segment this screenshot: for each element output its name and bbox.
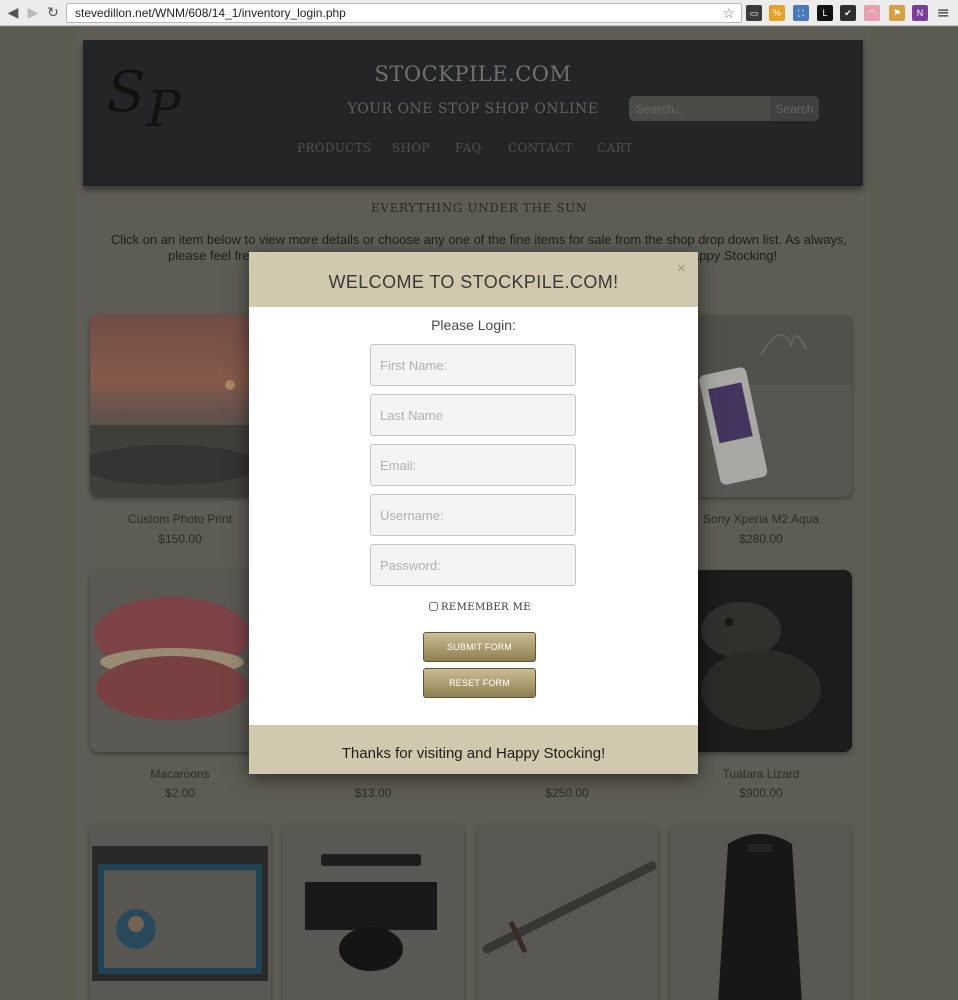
browser-toolbar: ◀ ▶ ↻ stevedillon.net/WNM/608/14_1/inven… [0,0,958,26]
remember-me[interactable]: REMEMBER ME [429,602,531,613]
coupon-extension-icon[interactable]: % [769,5,785,21]
modal-title: WELCOME TO STOCKPILE.COM! [328,272,619,292]
password-field[interactable] [370,544,576,586]
close-icon[interactable]: × [677,260,686,278]
pocket-extension-icon[interactable]: ◠ [864,5,880,21]
modal-header: WELCOME TO STOCKPILE.COM! × [249,252,698,307]
back-arrow-icon[interactable]: ◀ [4,4,22,22]
reset-form-button[interactable]: RESET FORM [423,668,536,698]
cast-icon[interactable]: ▭ [746,5,762,21]
address-bar[interactable]: stevedillon.net/WNM/608/14_1/inventory_l… [66,3,742,23]
remember-me-checkbox[interactable] [429,602,438,611]
forward-arrow-icon[interactable]: ▶ [24,4,42,22]
browser-menu-icon[interactable]: ≡ [937,3,950,22]
l-extension-icon[interactable]: L [817,5,833,21]
bookmark-star-icon[interactable]: ☆ [722,4,735,22]
onenote-extension-icon[interactable]: N [912,5,928,21]
first-name-field[interactable] [370,344,576,386]
remember-me-label: REMEMBER ME [441,602,531,613]
login-prompt: Please Login: [431,317,516,333]
url-path: /WNM/608/14_1/inventory_login.php [151,6,346,20]
last-name-field[interactable] [370,394,576,436]
login-modal: WELCOME TO STOCKPILE.COM! × Please Login… [249,252,698,774]
email-field[interactable] [370,444,576,486]
username-field[interactable] [370,494,576,536]
modal-footer-text: Thanks for visiting and Happy Stocking! [341,745,606,762]
url-domain: stevedillon.net [75,6,152,20]
reload-icon[interactable]: ↻ [44,4,62,22]
screenshot-extension-icon[interactable]: ⛶ [793,5,809,21]
modal-footer: Thanks for visiting and Happy Stocking! [249,725,698,774]
checklist-extension-icon[interactable]: ✔ [840,5,856,21]
submit-form-button[interactable]: SUBMIT FORM [423,632,536,662]
tag-extension-icon[interactable]: ⚑ [889,5,905,21]
